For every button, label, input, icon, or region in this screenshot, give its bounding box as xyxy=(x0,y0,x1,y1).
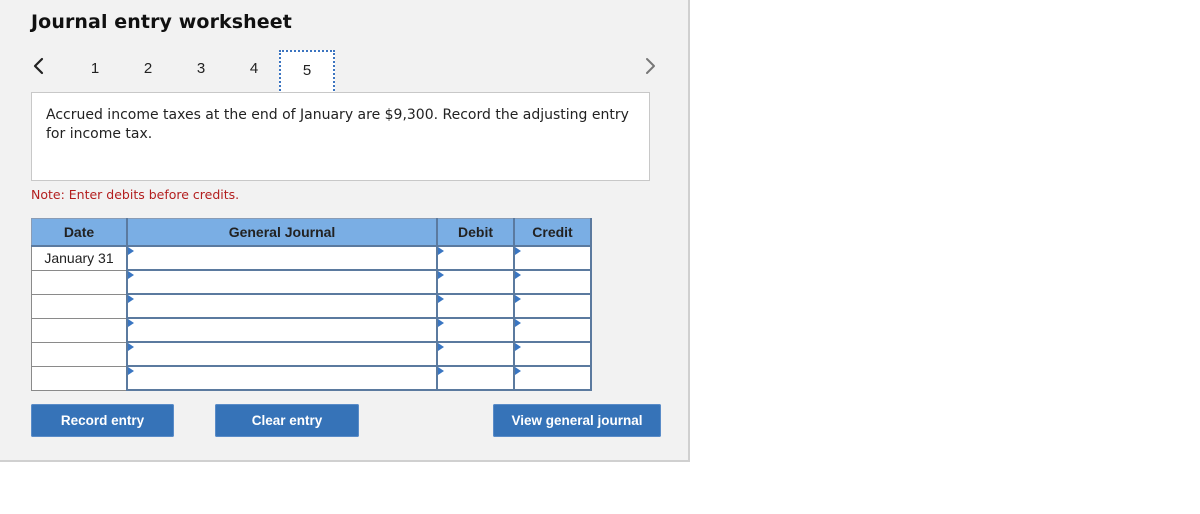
input-flag-icon xyxy=(438,271,444,279)
chevron-right-icon xyxy=(646,58,655,74)
column-header-date: Date xyxy=(31,218,128,247)
table-row xyxy=(31,269,592,295)
debit-input[interactable] xyxy=(436,269,515,295)
input-flag-icon xyxy=(515,247,521,255)
debit-input[interactable] xyxy=(436,293,515,319)
next-button[interactable] xyxy=(644,54,658,78)
step-4-tab[interactable]: 4 xyxy=(226,50,282,90)
debit-input[interactable] xyxy=(436,317,515,343)
credit-input[interactable] xyxy=(513,341,592,367)
input-flag-icon xyxy=(438,247,444,255)
date-cell[interactable] xyxy=(31,365,128,391)
credit-input[interactable] xyxy=(513,365,592,391)
dropdown-flag-icon xyxy=(128,343,134,351)
debit-input[interactable] xyxy=(436,365,515,391)
dropdown-flag-icon xyxy=(128,247,134,255)
note-text: Note: Enter debits before credits. xyxy=(31,187,240,202)
date-cell[interactable] xyxy=(31,269,128,295)
column-header-general-journal: General Journal xyxy=(126,218,438,247)
input-flag-icon xyxy=(438,343,444,351)
dropdown-flag-icon xyxy=(128,319,134,327)
table-row xyxy=(31,341,592,367)
page-title: Journal entry worksheet xyxy=(31,11,292,33)
input-flag-icon xyxy=(438,295,444,303)
view-general-journal-button[interactable]: View general journal xyxy=(493,404,661,437)
input-flag-icon xyxy=(438,319,444,327)
chevron-left-icon xyxy=(33,57,44,75)
table-row xyxy=(31,365,592,391)
record-entry-button[interactable]: Record entry xyxy=(31,404,174,437)
column-header-debit: Debit xyxy=(436,218,515,247)
journal-table: Date General Journal Debit Credit Januar… xyxy=(31,218,592,391)
input-flag-icon xyxy=(515,271,521,279)
clear-entry-button[interactable]: Clear entry xyxy=(215,404,359,437)
debit-input[interactable] xyxy=(436,341,515,367)
table-row xyxy=(31,317,592,343)
step-3-tab[interactable]: 3 xyxy=(173,50,229,90)
dropdown-flag-icon xyxy=(128,271,134,279)
input-flag-icon xyxy=(515,367,521,375)
credit-input[interactable] xyxy=(513,269,592,295)
date-cell[interactable] xyxy=(31,317,128,343)
step-1-tab[interactable]: 1 xyxy=(67,50,123,90)
question-text: Accrued income taxes at the end of Janua… xyxy=(31,92,650,181)
debit-input[interactable] xyxy=(436,245,515,271)
date-cell[interactable] xyxy=(31,341,128,367)
dropdown-flag-icon xyxy=(128,367,134,375)
journal-entry-worksheet-panel: Journal entry worksheet 1 2 3 4 5 Accrue… xyxy=(0,0,690,462)
column-header-credit: Credit xyxy=(513,218,592,247)
dropdown-flag-icon xyxy=(128,295,134,303)
table-row xyxy=(31,293,592,319)
account-input[interactable] xyxy=(126,293,438,319)
date-cell: January 31 xyxy=(31,245,128,271)
account-input[interactable] xyxy=(126,317,438,343)
input-flag-icon xyxy=(515,295,521,303)
input-flag-icon xyxy=(515,343,521,351)
credit-input[interactable] xyxy=(513,317,592,343)
step-2-tab[interactable]: 2 xyxy=(120,50,176,90)
table-row: January 31 xyxy=(31,245,592,271)
account-input[interactable] xyxy=(126,269,438,295)
credit-input[interactable] xyxy=(513,293,592,319)
credit-input[interactable] xyxy=(513,245,592,271)
input-flag-icon xyxy=(515,319,521,327)
input-flag-icon xyxy=(438,367,444,375)
previous-button[interactable] xyxy=(31,54,45,78)
table-header-row: Date General Journal Debit Credit xyxy=(31,218,592,247)
date-cell[interactable] xyxy=(31,293,128,319)
account-input[interactable] xyxy=(126,365,438,391)
step-5-tab[interactable]: 5 xyxy=(279,50,335,94)
account-input[interactable] xyxy=(126,341,438,367)
account-input[interactable] xyxy=(126,245,438,271)
